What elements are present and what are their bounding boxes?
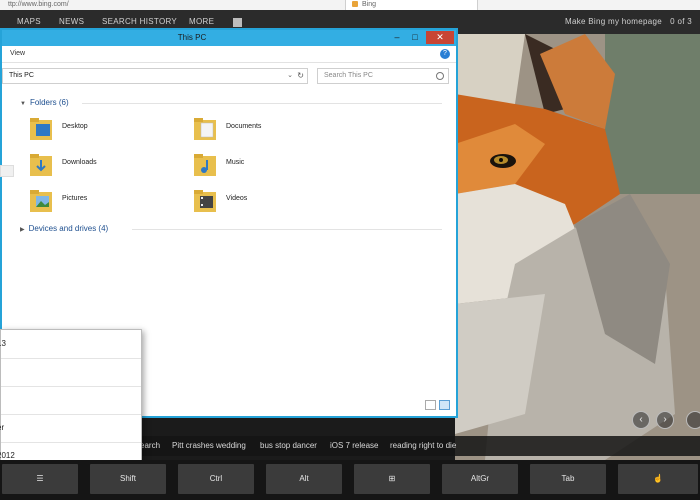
downloads-folder-icon — [30, 154, 52, 176]
close-button[interactable]: ✕ — [426, 31, 454, 44]
maximize-button[interactable]: □ — [406, 31, 424, 44]
list-item[interactable] — [1, 358, 141, 387]
chevron-down-icon: ▼ — [20, 101, 26, 107]
folder-label: Desktop — [62, 123, 88, 130]
popup-list: 13 er 2012 — [0, 329, 142, 471]
help-icon[interactable]: ? — [440, 49, 450, 59]
folder-downloads[interactable]: Downloads — [30, 151, 170, 181]
folder-label: Videos — [226, 195, 248, 202]
previous-image-button[interactable]: ‹ — [632, 411, 650, 429]
address-bar[interactable]: This PC ⌄ ↻ — [2, 68, 308, 84]
folder-label: Music — [226, 159, 245, 166]
address-tab[interactable]: ttp://www.bing.com/ — [8, 0, 338, 10]
folder-pictures[interactable]: Pictures — [30, 187, 170, 217]
folder-videos[interactable]: Videos — [194, 187, 334, 217]
make-homepage-link[interactable]: Make Bing my homepage — [565, 10, 662, 34]
search-icon — [436, 72, 444, 80]
navigation-pane-stub — [0, 165, 14, 177]
folder-music[interactable]: Music — [194, 151, 334, 181]
minimize-button[interactable]: – — [388, 31, 406, 44]
videos-folder-icon — [194, 190, 216, 212]
devices-header-label: Devices and drives (4) — [28, 224, 109, 233]
trending-item[interactable]: earch — [140, 436, 160, 456]
window-titlebar[interactable]: This PC – □ ✕ — [2, 30, 456, 46]
trending-item[interactable]: iOS 7 release — [330, 436, 378, 456]
windows-key[interactable]: ⊞ — [354, 464, 430, 494]
list-item[interactable]: 13 — [0, 330, 141, 359]
next-image-button[interactable]: › — [656, 411, 674, 429]
chevron-right-icon: ▶ — [20, 227, 25, 233]
folder-desktop[interactable]: Desktop — [30, 115, 170, 145]
window-title: This PC — [177, 33, 207, 42]
trending-item[interactable]: reading right to die — [390, 436, 456, 456]
view-toggle — [422, 400, 450, 412]
result-counter: 0 of 3 — [670, 17, 692, 26]
touch-pointer-icon[interactable]: ☝ — [618, 464, 698, 494]
folder-label: Pictures — [62, 195, 88, 202]
bing-tab-label: Bing — [362, 1, 377, 8]
ribbon: View ? — [2, 46, 456, 63]
apps-grid-icon[interactable] — [233, 18, 242, 27]
shift-key[interactable]: Shift — [90, 464, 166, 494]
large-icons-view-icon[interactable] — [439, 400, 450, 410]
folders-header-label: Folders (6) — [29, 98, 69, 107]
chevron-down-icon[interactable]: ⌄ — [287, 69, 293, 83]
ribbon-tab-view[interactable]: View — [10, 46, 25, 62]
menu-key[interactable]: ☰ — [2, 464, 78, 494]
details-view-icon[interactable] — [425, 400, 436, 410]
list-item-label: er — [0, 423, 5, 432]
desktop-folder-icon — [30, 118, 52, 140]
pictures-folder-icon — [30, 190, 52, 212]
ctrl-key[interactable]: Ctrl — [178, 464, 254, 494]
folder-label: Documents — [226, 123, 262, 130]
list-item[interactable]: er — [0, 414, 141, 443]
trending-item[interactable]: bus stop dancer — [260, 436, 317, 456]
list-item-label: 13 — [0, 339, 6, 348]
music-folder-icon — [194, 154, 216, 176]
fox-illustration — [455, 34, 700, 460]
address-path: This PC — [9, 72, 34, 79]
trending-item[interactable]: Pitt crashes wedding — [172, 436, 246, 456]
list-item[interactable] — [1, 386, 141, 415]
folder-label: Downloads — [62, 159, 97, 166]
devices-group-header[interactable]: ▶ Devices and drives (4) — [20, 224, 442, 233]
alt-key[interactable]: Alt — [266, 464, 342, 494]
group-divider — [82, 103, 442, 104]
tab-key[interactable]: Tab — [530, 464, 606, 494]
search-placeholder: Search This PC — [324, 72, 373, 79]
folder-documents[interactable]: Documents — [194, 115, 334, 145]
folders-group-header[interactable]: ▼ Folders (6) — [20, 98, 442, 107]
fox-background-image — [455, 34, 700, 460]
bing-icon — [352, 1, 358, 8]
altgr-key[interactable]: AltGr — [442, 464, 518, 494]
image-info-button[interactable] — [686, 411, 700, 429]
documents-folder-icon — [194, 118, 216, 140]
group-divider — [132, 229, 442, 230]
search-input[interactable]: Search This PC — [317, 68, 449, 84]
on-screen-keyboard-bar: ☰ Shift Ctrl Alt ⊞ AltGr Tab ☝ — [0, 460, 700, 500]
refresh-icon[interactable]: ↻ — [297, 69, 304, 83]
bing-tab[interactable]: Bing — [345, 0, 478, 10]
